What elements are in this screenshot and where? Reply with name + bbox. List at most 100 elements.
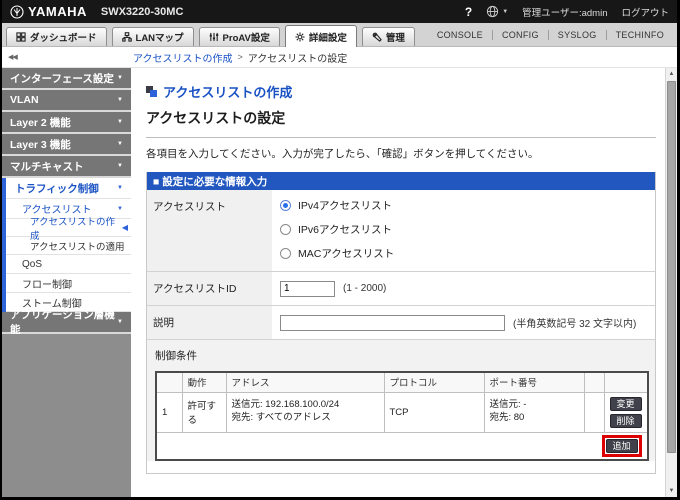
sidebar-item-traffic-control[interactable]: トラフィック制御 ▼ <box>6 178 131 199</box>
chevron-down-icon: ▼ <box>117 141 123 147</box>
console-link[interactable]: CONSOLE <box>428 30 492 40</box>
radio-option-ipv6[interactable]: IPv6アクセスリスト <box>280 222 647 237</box>
sidebar-item-access-list-create[interactable]: アクセスリストの作成 ◀ <box>6 217 131 242</box>
col-port: ポート番号 <box>483 371 585 393</box>
sidebar-item-flow-control[interactable]: フロー制御 <box>6 274 131 293</box>
delete-button[interactable]: 削除 <box>609 413 642 428</box>
chevron-down-icon: ▼ <box>117 185 123 191</box>
tab-label: 詳細設定 <box>308 32 347 44</box>
brand: YAMAHA <box>10 4 87 19</box>
col-address: アドレス <box>225 371 385 393</box>
rule-action: 許可する <box>181 391 227 433</box>
sidebar-item-qos[interactable]: QoS <box>6 255 131 274</box>
breadcrumb-current: アクセスリストの設定 <box>247 53 348 65</box>
radio-icon[interactable] <box>280 224 291 235</box>
rule-protocol: TCP <box>383 391 485 433</box>
tab-proav[interactable]: ProAV設定 <box>198 27 280 46</box>
col-protocol: プロトコル <box>383 371 485 393</box>
sidebar-item-layer2[interactable]: Layer 2 機能 ▼ <box>2 112 131 134</box>
settings-section: ■ 設定に必要な情報入力 アクセスリスト IPv4アクセスリスト IPv6アクセ… <box>146 172 656 474</box>
device-model: SWX3220-30MC <box>100 5 184 18</box>
sidebar-item-vlan[interactable]: VLAN ▼ <box>2 90 131 112</box>
tab-label: ProAV設定 <box>222 33 270 44</box>
chevron-down-icon: ▼ <box>117 119 123 125</box>
dashboard-icon <box>16 32 26 42</box>
chevron-down-icon: ▼ <box>117 97 123 103</box>
table-row: 1 許可する 送信元: 192.168.100.0/24 宛先: すべてのアドレ… <box>155 391 648 433</box>
rule-port: 送信元: - 宛先: 80 <box>483 391 585 433</box>
techinfo-link[interactable]: TECHINFO <box>605 29 673 40</box>
config-link[interactable]: CONFIG <box>491 29 548 40</box>
sidebar-item-layer3[interactable]: Layer 3 機能 ▼ <box>2 134 131 156</box>
col-empty <box>583 371 605 393</box>
logged-in-user: 管理ユーザー:admin <box>522 7 608 19</box>
description-input[interactable] <box>280 314 505 331</box>
section-header: ■ 設定に必要な情報入力 <box>147 172 655 190</box>
rule-buttons-cell: 変更 削除 <box>603 391 648 433</box>
sidebar-filler <box>2 334 131 497</box>
language-selector[interactable]: ▼ <box>486 5 508 18</box>
page-title-text: アクセスリストの作成 <box>163 85 293 100</box>
rule-empty-cell <box>583 391 605 433</box>
rule-address-src: 送信元: 192.168.100.0/24 <box>231 399 340 411</box>
radio-option-ipv4[interactable]: IPv4アクセスリスト <box>280 198 647 213</box>
sidebar-item-label: Layer 2 機能 <box>10 116 71 129</box>
breadcrumb-link[interactable]: アクセスリストの作成 <box>133 50 233 65</box>
form-row-access-list: アクセスリスト IPv4アクセスリスト IPv6アクセスリスト MACアクセスリ… <box>147 190 655 272</box>
radio-icon[interactable] <box>280 248 291 259</box>
sidebar-nav: インターフェース設定 ▼ VLAN ▼ Layer 2 機能 ▼ Layer 3… <box>2 68 131 497</box>
rule-number: 1 <box>155 391 183 433</box>
scrollbar-thumb[interactable] <box>667 81 676 453</box>
help-icon[interactable]: ? <box>465 5 472 19</box>
conditions-table: 動作 アドレス プロトコル ポート番号 1 許可する 送信元: 192.168.… <box>155 371 649 461</box>
form-row-description: 説明 (半角英数記号 32 文字以内) <box>147 306 655 340</box>
field-hint: (1 - 2000) <box>343 283 387 294</box>
sidebar-item-label: トラフィック制御 <box>15 182 99 195</box>
sidebar-item-interface-settings[interactable]: インターフェース設定 ▼ <box>2 68 131 90</box>
sidebar-item-multicast[interactable]: マルチキャスト ▼ <box>2 156 131 178</box>
sidebar-item-label: Layer 3 機能 <box>10 138 71 151</box>
breadcrumb: アクセスリストの作成 > アクセスリストの設定 <box>133 50 347 65</box>
sidebar-item-label: インターフェース設定 <box>10 72 114 85</box>
sidebar-item-label: マルチキャスト <box>10 160 84 173</box>
yamaha-logo-icon <box>10 4 24 19</box>
vertical-scrollbar[interactable]: ▲ ▼ <box>665 68 677 497</box>
field-label: アクセスリストID <box>147 272 272 305</box>
sidebar-item-access-list-apply[interactable]: アクセスリストの適用 <box>6 237 131 255</box>
sidebar-item-label: アクセスリストの適用 <box>30 241 125 253</box>
field-hint: (半角英数記号 32 文字以内) <box>513 319 637 330</box>
tab-advanced-settings[interactable]: 詳細設定 <box>284 25 357 47</box>
scrollbar-down-icon[interactable]: ▼ <box>666 485 677 497</box>
radio-option-mac[interactable]: MACアクセスリスト <box>280 246 647 261</box>
page-subtitle: アクセスリストの設定 <box>146 110 286 126</box>
add-button[interactable]: 追加 <box>605 438 638 453</box>
tab-dashboard[interactable]: ダッシュボード <box>6 27 107 46</box>
logout-button[interactable]: ログアウト <box>621 5 669 19</box>
change-button[interactable]: 変更 <box>609 396 642 411</box>
divider <box>146 137 656 138</box>
lanmap-icon <box>121 32 132 42</box>
radio-label: IPv6アクセスリスト <box>298 224 392 236</box>
radio-label: MACアクセスリスト <box>298 248 395 260</box>
app-window: YAMAHA SWX3220-30MC ? ▼ 管理ユーザー:admin ログア… <box>2 0 677 497</box>
selected-marker-icon: ◀ <box>121 223 128 232</box>
field-label: アクセスリスト <box>147 190 272 271</box>
page-title: アクセスリストの作成 <box>146 82 665 101</box>
access-list-id-input[interactable] <box>280 280 335 297</box>
table-header-row: 動作 アドレス プロトコル ポート番号 <box>155 371 648 393</box>
tab-management[interactable]: 管理 <box>361 27 415 46</box>
tab-lanmap[interactable]: LANマップ <box>111 27 194 46</box>
top-bar: YAMAHA SWX3220-30MC ? ▼ 管理ユーザー:admin ログア… <box>2 0 677 23</box>
col-action: 動作 <box>181 371 227 393</box>
scrollbar-up-icon[interactable]: ▲ <box>666 68 677 80</box>
chevron-down-icon: ▼ <box>117 319 123 325</box>
sidebar-item-application-layer[interactable]: アプリケーション層機能 ▼ <box>2 309 131 336</box>
radio-icon[interactable] <box>280 200 291 211</box>
tab-bar: ダッシュボード LANマップ ProAV設定 詳細設定 管理 CONSOLE C… <box>2 23 677 47</box>
syslog-link[interactable]: SYSLOG <box>547 29 606 40</box>
sidebar-item-label: VLAN <box>10 94 39 106</box>
sidebar-collapse-button[interactable]: ◀◀ <box>2 53 23 61</box>
gear-icon <box>295 31 305 42</box>
chevron-down-icon: ▼ <box>117 75 123 81</box>
col-num <box>155 371 183 393</box>
